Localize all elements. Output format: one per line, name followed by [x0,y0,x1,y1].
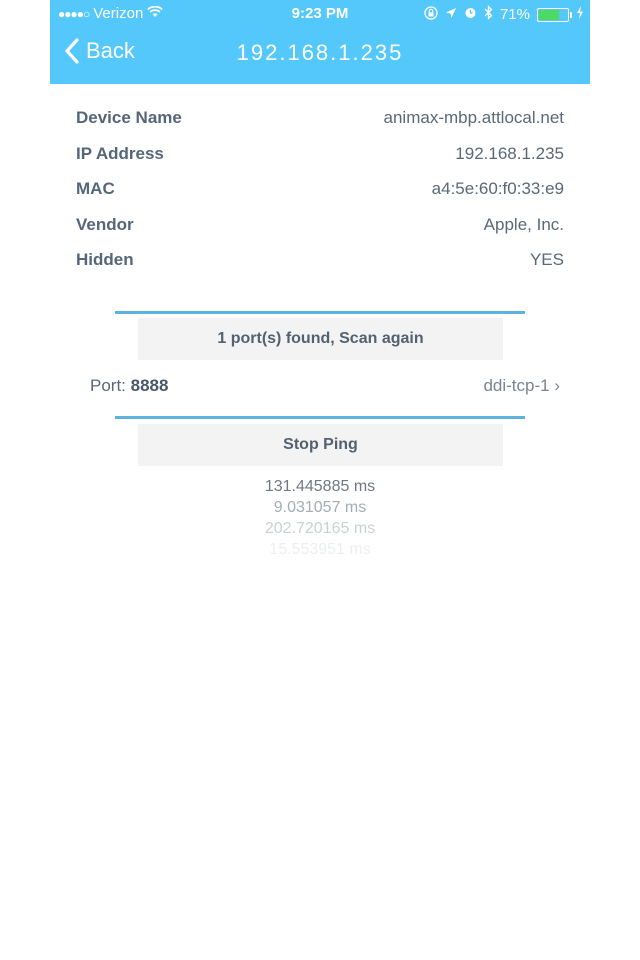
info-row-device-name: Device Name animax-mbp.attlocal.net [76,108,564,144]
ping-result: 15.553951 ms [269,541,371,558]
port-row[interactable]: Port: 8888 ddi-tcp-1 › [90,376,560,402]
section-divider [115,416,525,419]
port-service: ddi-tcp-1 [483,376,550,395]
info-label: IP Address [76,143,164,163]
location-icon [445,6,457,23]
navigation-bar: ●●●●○ Verizon 9:23 PM 71% Back 192.168.1… [50,0,590,84]
info-label: Vendor [76,214,134,234]
device-detail-screen: ●●●●○ Verizon 9:23 PM 71% Back 192.168.1… [50,0,590,960]
stop-ping-button[interactable]: Stop Ping [138,424,503,466]
info-label: Hidden [76,250,134,270]
info-value: 192.168.1.235 [455,143,564,163]
ping-result: 9.031057 ms [273,499,367,516]
info-row-hidden: Hidden YES [76,250,564,286]
ping-result: 131.445885 ms [264,478,376,495]
ping-results: 131.445885 ms 9.031057 ms 202.720165 ms … [50,476,590,560]
page-title: 192.168.1.235 [236,40,404,65]
info-row-mac: MAC a4:5e:60:f0:33:e9 [76,179,564,215]
status-bar: ●●●●○ Verizon 9:23 PM 71% [50,0,590,28]
info-value: animax-mbp.attlocal.net [383,108,564,127]
info-row-ip-address: IP Address 192.168.1.235 [76,144,564,180]
port-number: 8888 [130,376,169,395]
chevron-right-icon: › [554,376,560,395]
section-divider [115,311,525,314]
port-label: Port: [90,376,126,395]
port-info: Port: 8888 [90,376,168,402]
device-info-list: Device Name animax-mbp.attlocal.net IP A… [76,108,564,286]
scan-again-button[interactable]: 1 port(s) found, Scan again [138,318,503,360]
battery-percent: 71% [499,6,530,23]
info-row-vendor: Vendor Apple, Inc. [76,215,564,251]
info-value: Apple, Inc. [483,214,564,234]
ping-result: 202.720165 ms [264,520,376,537]
info-value: YES [529,250,564,270]
info-label: MAC [76,179,115,199]
charging-icon [576,6,584,23]
battery-level-fill [539,9,559,20]
bluetooth-icon [484,4,493,24]
battery-icon [537,7,572,22]
info-value: a4:5e:60:f0:33:e9 [431,179,564,199]
alarm-icon [464,6,477,23]
info-label: Device Name [76,108,182,127]
orientation-lock-icon [424,5,438,24]
port-service-link[interactable]: ddi-tcp-1 › [483,376,560,402]
